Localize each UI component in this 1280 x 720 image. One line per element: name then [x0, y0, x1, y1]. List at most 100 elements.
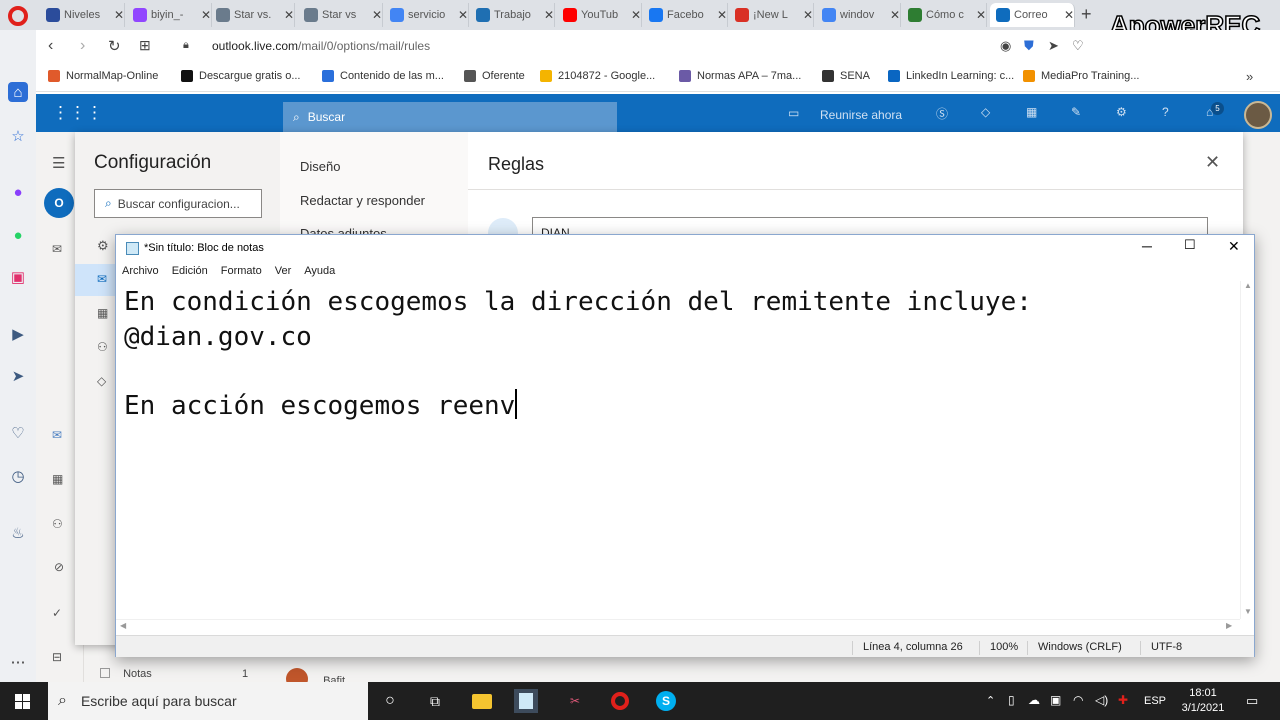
camera-icon[interactable]: ◉ — [1000, 38, 1011, 54]
browser-tab[interactable]: servicio ✕ — [384, 3, 469, 27]
people-icon[interactable]: ⚇ — [97, 340, 108, 354]
scroll-down-icon[interactable]: ▼ — [1244, 607, 1252, 616]
folder-item[interactable]: Notas 1 — [100, 668, 260, 682]
send-icon[interactable]: ➤ — [1048, 38, 1059, 54]
menu-item-ver[interactable]: Ver — [275, 265, 292, 277]
avatar[interactable] — [1244, 101, 1272, 129]
onedrive-icon[interactable]: ☁ — [1028, 693, 1040, 707]
scroll-up-icon[interactable]: ▲ — [1244, 281, 1252, 290]
skype-taskbar-icon[interactable]: S — [654, 689, 678, 713]
browser-tab[interactable]: Trabajo ✕ — [470, 3, 555, 27]
close-button[interactable]: ✕ — [1228, 238, 1240, 255]
bookmark-item[interactable]: MediaPro Training... — [1023, 70, 1139, 82]
bookmark-item[interactable]: SENA — [822, 70, 870, 82]
tab-close-icon[interactable]: ✕ — [544, 8, 554, 22]
bookmark-item[interactable]: LinkedIn Learning: c... — [888, 70, 1014, 82]
browser-tab[interactable]: windov ✕ — [816, 3, 901, 27]
outlook-search-box[interactable]: ⌕ Buscar — [283, 102, 617, 132]
snipping-tool-icon[interactable]: ✂ — [563, 689, 587, 713]
tab-close-icon[interactable]: ✕ — [717, 8, 727, 22]
browser-tab[interactable]: Star vs. ✕ — [210, 3, 295, 27]
player-icon[interactable]: ▶ — [8, 324, 28, 344]
send-icon[interactable]: ➤ — [8, 366, 28, 386]
minimize-button[interactable]: ─ — [1142, 238, 1152, 254]
browser-tab[interactable]: Facebo ✕ — [643, 3, 728, 27]
file-explorer-icon[interactable] — [470, 689, 494, 713]
premium-icon[interactable]: ◇ — [97, 374, 106, 388]
forward-icon[interactable]: › — [80, 37, 85, 55]
opera-taskbar-icon[interactable] — [608, 689, 632, 713]
heart-icon[interactable]: ♡ — [8, 423, 28, 443]
bookmark-item[interactable]: Oferente — [464, 70, 525, 82]
attach-icon[interactable]: ⊘ — [54, 560, 64, 574]
volume-icon[interactable]: ◁) — [1095, 693, 1108, 707]
help-icon[interactable]: ? — [1162, 105, 1169, 119]
calendar-icon[interactable]: ▦ — [52, 472, 63, 486]
more-icon[interactable]: ⋯ — [8, 652, 28, 672]
new-tab-button[interactable]: + — [1081, 4, 1092, 25]
app-launcher-icon[interactable]: ⋮⋮⋮ — [52, 103, 103, 123]
tab-close-icon[interactable]: ✕ — [114, 8, 124, 22]
home-icon[interactable]: ⌂ — [8, 82, 28, 102]
opera-logo[interactable] — [8, 6, 28, 26]
clock[interactable]: 18:01 3/1/2021 — [1178, 686, 1228, 716]
browser-tab[interactable]: Correo ✕ — [990, 3, 1075, 27]
notepad-taskbar-icon[interactable] — [514, 689, 538, 713]
folder-checkbox[interactable] — [100, 668, 110, 678]
back-icon[interactable]: ‹ — [48, 37, 53, 55]
language-indicator[interactable]: ESP — [1144, 695, 1166, 707]
bookmark-item[interactable]: NormalMap-Online — [48, 70, 158, 82]
notepad-text-area[interactable]: En condición escogemos la dirección del … — [124, 285, 1236, 618]
message-item[interactable]: Bafit — [286, 668, 486, 690]
menu-item-edicion[interactable]: Edición — [172, 265, 208, 277]
browser-tab[interactable]: Cómo c ✕ — [902, 3, 987, 27]
menu-item-formato[interactable]: Formato — [221, 265, 262, 277]
url-field[interactable]: outlook.live.com/mail/0/options/mail/rul… — [212, 39, 430, 53]
browser-tab[interactable]: Niveles ✕ — [40, 3, 125, 27]
meet-now-label[interactable]: Reunirse ahora — [820, 108, 902, 122]
tab-close-icon[interactable]: ✕ — [372, 8, 382, 22]
browser-tab[interactable]: Star vs ✕ — [298, 3, 383, 27]
tab-close-icon[interactable]: ✕ — [803, 8, 813, 22]
star-icon[interactable]: ☆ — [8, 126, 28, 146]
reload-icon[interactable]: ↻ — [108, 37, 121, 55]
tray-device-icon[interactable]: ▯ — [1008, 693, 1015, 707]
browser-tab[interactable]: YouTub ✕ — [557, 3, 642, 27]
instagram-icon[interactable]: ▣ — [8, 267, 28, 287]
tab-close-icon[interactable]: ✕ — [976, 8, 986, 22]
tray-red-icon[interactable]: ✚ — [1118, 693, 1128, 707]
subnav-item[interactable]: Redactar y responder — [300, 193, 425, 208]
tab-close-icon[interactable]: ✕ — [284, 8, 294, 22]
settings-search-input[interactable]: ⌕ Buscar configuracion... — [94, 189, 262, 218]
notes-icon[interactable]: ✎ — [1071, 105, 1081, 119]
messenger-icon[interactable]: ● — [8, 182, 28, 202]
bulb-icon[interactable]: ♨ — [8, 523, 28, 543]
groups-icon[interactable]: ⊟ — [52, 650, 62, 664]
subnav-item[interactable]: Diseño — [300, 159, 340, 174]
premium-icon[interactable]: ◇ — [981, 105, 990, 119]
video-icon[interactable]: ▭ — [788, 106, 799, 120]
taskbar-search-box[interactable]: ⌕ Escribe aquí para buscar — [48, 682, 368, 720]
horizontal-scrollbar[interactable]: ◀ ▶ — [116, 619, 1240, 633]
browser-tab[interactable]: ¡New L ✕ — [729, 3, 814, 27]
notifications-icon[interactable]: ▭ — [1246, 693, 1258, 709]
wifi-icon[interactable]: ◠ — [1073, 693, 1083, 707]
close-icon[interactable]: ✕ — [1205, 152, 1220, 173]
windows-start-icon[interactable] — [10, 689, 34, 713]
tab-close-icon[interactable]: ✕ — [458, 8, 468, 22]
skype-icon[interactable]: Ⓢ — [936, 105, 948, 122]
heart-icon[interactable]: ♡ — [1072, 38, 1084, 54]
bookmark-item[interactable]: 2104872 - Google... — [540, 70, 655, 82]
maximize-button[interactable]: ☐ — [1184, 237, 1196, 253]
tabs-grid-icon[interactable]: ⊞ — [139, 37, 151, 54]
scroll-right-icon[interactable]: ▶ — [1226, 621, 1232, 630]
menu-item-ayuda[interactable]: Ayuda — [304, 265, 335, 277]
bookmarks-overflow-icon[interactable]: » — [1246, 69, 1253, 84]
whatsapp-icon[interactable]: ● — [8, 225, 28, 245]
gear-icon[interactable]: ⚙ — [1116, 105, 1127, 119]
menu-item-archivo[interactable]: Archivo — [122, 265, 159, 277]
cortana-icon[interactable]: ○ — [378, 689, 402, 713]
gear-icon[interactable]: ⚙ — [97, 238, 109, 254]
bookmark-item[interactable]: Contenido de las m... — [322, 70, 444, 82]
browser-tab[interactable]: biyin_- ✕ — [127, 3, 212, 27]
